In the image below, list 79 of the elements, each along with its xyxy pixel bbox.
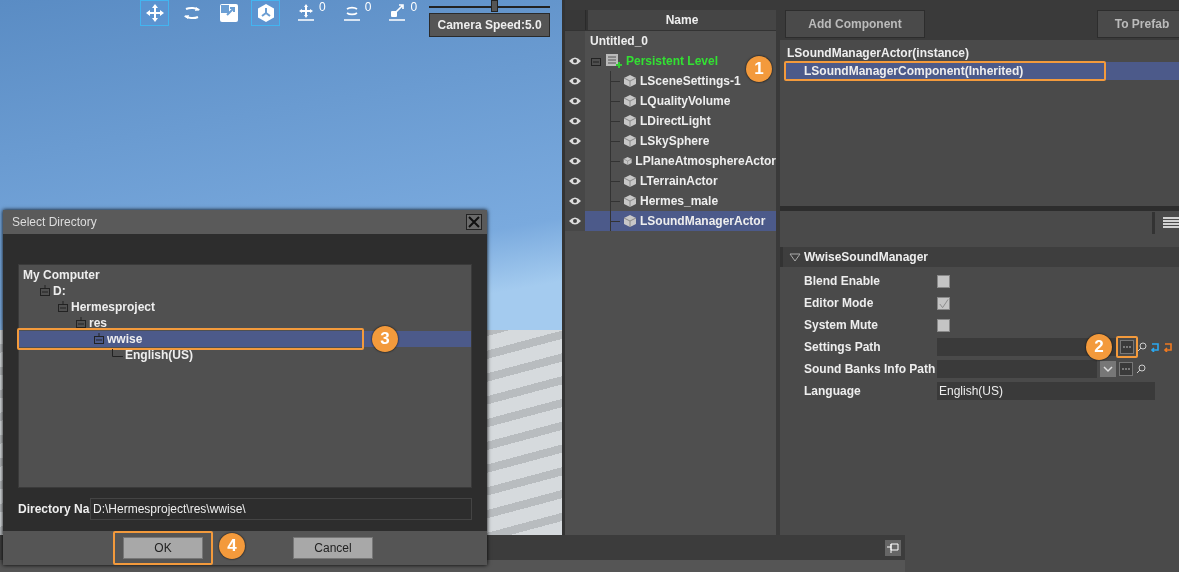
eye-icon[interactable] xyxy=(568,176,582,186)
dropdown-field[interactable] xyxy=(937,360,1097,378)
actor-name[interactable]: LSceneSettings-1 xyxy=(640,74,741,88)
property-label: Sound Banks Info Path xyxy=(804,362,934,376)
search-icon[interactable] xyxy=(1137,342,1147,352)
step-badge: 2 xyxy=(1086,334,1112,360)
level-name[interactable]: Persistent Level xyxy=(626,54,719,68)
eye-icon[interactable] xyxy=(568,216,582,226)
to-prefab-button[interactable]: To Prefab xyxy=(1097,10,1179,38)
property-label: Editor Mode xyxy=(804,296,875,310)
cube-icon xyxy=(623,214,637,228)
dots-icon xyxy=(1121,367,1131,371)
property-label: Language xyxy=(804,384,862,398)
browse-button[interactable] xyxy=(1119,362,1133,376)
close-icon[interactable] xyxy=(466,214,482,230)
cube-icon xyxy=(623,154,633,168)
dialog-title: Select Directory xyxy=(12,215,97,229)
directory-name-field[interactable]: D:\Hermesproject\res\wwise\ xyxy=(90,498,472,520)
cube-icon xyxy=(623,134,637,148)
checkbox[interactable] xyxy=(937,296,950,310)
cancel-button[interactable]: Cancel xyxy=(293,537,373,559)
folder-name[interactable]: D: xyxy=(51,284,66,298)
actor-name[interactable]: LQualityVolume xyxy=(640,94,731,108)
folder-name[interactable]: English(US) xyxy=(123,348,193,362)
cube-icon xyxy=(623,74,637,88)
eye-icon[interactable] xyxy=(568,56,582,66)
snap-value: 0 xyxy=(319,0,326,14)
eye-icon[interactable] xyxy=(568,96,582,106)
ok-button[interactable]: OK xyxy=(123,537,203,559)
reset-arrow-icon[interactable] xyxy=(1163,342,1173,352)
folder-name[interactable]: res xyxy=(87,316,108,330)
property-label: System Mute xyxy=(804,318,880,332)
step-badge: 4 xyxy=(219,533,245,559)
step-badge: 3 xyxy=(372,326,398,352)
camera-speed-label: Camera Speed:5.0 xyxy=(429,13,551,37)
menu-icon[interactable] xyxy=(1163,217,1179,229)
move-snap-icon[interactable] xyxy=(296,2,316,22)
cube-icon xyxy=(623,174,637,188)
add-component-button[interactable]: Add Component xyxy=(785,10,925,38)
cube-icon xyxy=(623,94,637,108)
eye-icon[interactable] xyxy=(568,76,582,86)
directory-name-label: Directory Na xyxy=(18,502,90,516)
property-label: Blend Enable xyxy=(804,274,881,288)
actor-name[interactable]: LTerrainActor xyxy=(640,174,718,188)
browse-button[interactable] xyxy=(1120,340,1134,354)
folder-name[interactable]: My Computer xyxy=(21,268,100,282)
cube-icon xyxy=(623,114,637,128)
cube-icon xyxy=(623,194,637,208)
eye-icon[interactable] xyxy=(568,136,582,146)
scale-snap-icon[interactable] xyxy=(387,2,408,22)
checkbox[interactable] xyxy=(937,274,950,288)
section-title: WwiseSoundManager xyxy=(804,250,928,264)
actor-name[interactable]: LSkySphere xyxy=(640,134,710,148)
eye-icon[interactable] xyxy=(568,196,582,206)
snap-value: 0 xyxy=(364,0,372,14)
search-icon[interactable] xyxy=(1136,364,1146,374)
language-field[interactable]: English(US) xyxy=(937,382,1155,400)
dropdown-caret-icon[interactable] xyxy=(1100,361,1116,377)
actor-instance-label: LSoundManagerActor(instance) xyxy=(786,46,970,60)
dots-icon xyxy=(1122,345,1132,349)
property-label: Settings Path xyxy=(804,340,882,354)
undo-arrow-icon[interactable] xyxy=(1150,342,1160,352)
highlight-frame xyxy=(1116,336,1138,358)
actor-name[interactable]: LPlaneAtmosphereActor xyxy=(635,154,776,168)
folder-name[interactable]: wwise xyxy=(105,332,143,346)
checkbox[interactable] xyxy=(937,318,950,332)
collapse-icon[interactable] xyxy=(75,317,87,329)
slider-thumb[interactable] xyxy=(491,0,499,12)
snap-value: 0 xyxy=(410,0,418,14)
eye-icon[interactable] xyxy=(568,156,582,166)
path-field[interactable] xyxy=(937,338,1117,356)
scene-name: Untitled_0 xyxy=(589,34,648,48)
level-icon xyxy=(605,53,623,69)
actor-name[interactable]: Hermes_male xyxy=(640,194,719,208)
folder-name[interactable]: Hermesproject xyxy=(69,300,156,314)
eye-icon[interactable] xyxy=(568,116,582,126)
actor-name[interactable]: LDirectLight xyxy=(640,114,711,128)
collapse-triangle-icon[interactable] xyxy=(789,252,801,262)
pin-icon[interactable] xyxy=(885,539,901,556)
